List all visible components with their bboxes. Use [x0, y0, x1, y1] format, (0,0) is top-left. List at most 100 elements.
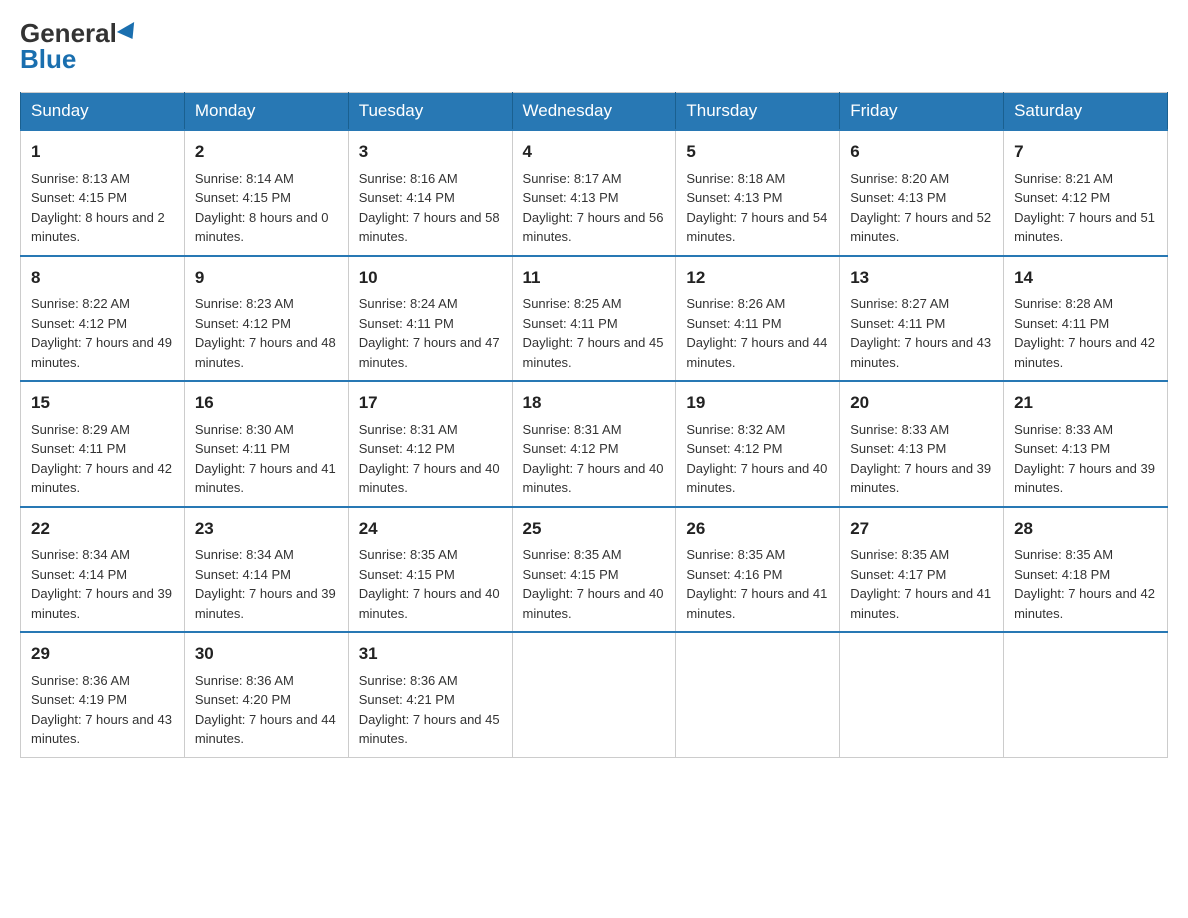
weekday-header-sunday: Sunday — [21, 93, 185, 131]
calendar-cell: 4Sunrise: 8:17 AMSunset: 4:13 PMDaylight… — [512, 130, 676, 256]
day-number: 23 — [195, 516, 338, 542]
day-number: 12 — [686, 265, 829, 291]
sunset-label: Sunset: 4:11 PM — [686, 316, 781, 331]
calendar-cell — [1004, 632, 1168, 757]
calendar-table: SundayMondayTuesdayWednesdayThursdayFrid… — [20, 92, 1168, 758]
calendar-cell — [512, 632, 676, 757]
sunset-label: Sunset: 4:13 PM — [850, 441, 946, 456]
daylight-label: Daylight: 7 hours and 56 minutes. — [523, 210, 664, 245]
sunset-label: Sunset: 4:15 PM — [359, 567, 455, 582]
sunset-label: Sunset: 4:11 PM — [31, 441, 126, 456]
sunrise-label: Sunrise: 8:36 AM — [195, 673, 294, 688]
daylight-label: Daylight: 7 hours and 40 minutes. — [523, 461, 664, 496]
sunrise-label: Sunrise: 8:18 AM — [686, 171, 785, 186]
daylight-label: Daylight: 7 hours and 54 minutes. — [686, 210, 827, 245]
calendar-cell: 1Sunrise: 8:13 AMSunset: 4:15 PMDaylight… — [21, 130, 185, 256]
daylight-label: Daylight: 7 hours and 41 minutes. — [850, 586, 991, 621]
sunrise-label: Sunrise: 8:35 AM — [523, 547, 622, 562]
calendar-cell: 21Sunrise: 8:33 AMSunset: 4:13 PMDayligh… — [1004, 381, 1168, 507]
sunrise-label: Sunrise: 8:31 AM — [523, 422, 622, 437]
day-number: 11 — [523, 265, 666, 291]
day-number: 2 — [195, 139, 338, 165]
daylight-label: Daylight: 7 hours and 52 minutes. — [850, 210, 991, 245]
daylight-label: Daylight: 7 hours and 43 minutes. — [850, 335, 991, 370]
sunset-label: Sunset: 4:14 PM — [195, 567, 291, 582]
weekday-header-saturday: Saturday — [1004, 93, 1168, 131]
sunrise-label: Sunrise: 8:35 AM — [686, 547, 785, 562]
calendar-cell: 19Sunrise: 8:32 AMSunset: 4:12 PMDayligh… — [676, 381, 840, 507]
calendar-week-row: 15Sunrise: 8:29 AMSunset: 4:11 PMDayligh… — [21, 381, 1168, 507]
daylight-label: Daylight: 7 hours and 40 minutes. — [359, 461, 500, 496]
sunset-label: Sunset: 4:18 PM — [1014, 567, 1110, 582]
sunset-label: Sunset: 4:13 PM — [523, 190, 619, 205]
calendar-week-row: 29Sunrise: 8:36 AMSunset: 4:19 PMDayligh… — [21, 632, 1168, 757]
sunrise-label: Sunrise: 8:34 AM — [31, 547, 130, 562]
day-number: 22 — [31, 516, 174, 542]
sunset-label: Sunset: 4:13 PM — [686, 190, 782, 205]
daylight-label: Daylight: 7 hours and 39 minutes. — [31, 586, 172, 621]
calendar-cell: 26Sunrise: 8:35 AMSunset: 4:16 PMDayligh… — [676, 507, 840, 633]
sunrise-label: Sunrise: 8:35 AM — [1014, 547, 1113, 562]
sunset-label: Sunset: 4:11 PM — [523, 316, 618, 331]
sunrise-label: Sunrise: 8:35 AM — [850, 547, 949, 562]
sunrise-label: Sunrise: 8:27 AM — [850, 296, 949, 311]
daylight-label: Daylight: 7 hours and 42 minutes. — [1014, 586, 1155, 621]
sunset-label: Sunset: 4:15 PM — [523, 567, 619, 582]
day-number: 5 — [686, 139, 829, 165]
sunrise-label: Sunrise: 8:22 AM — [31, 296, 130, 311]
sunrise-label: Sunrise: 8:28 AM — [1014, 296, 1113, 311]
sunset-label: Sunset: 4:12 PM — [195, 316, 291, 331]
day-number: 21 — [1014, 390, 1157, 416]
calendar-cell: 24Sunrise: 8:35 AMSunset: 4:15 PMDayligh… — [348, 507, 512, 633]
day-number: 30 — [195, 641, 338, 667]
logo: General Blue — [20, 20, 139, 72]
sunrise-label: Sunrise: 8:26 AM — [686, 296, 785, 311]
sunset-label: Sunset: 4:16 PM — [686, 567, 782, 582]
calendar-week-row: 1Sunrise: 8:13 AMSunset: 4:15 PMDaylight… — [21, 130, 1168, 256]
daylight-label: Daylight: 7 hours and 40 minutes. — [686, 461, 827, 496]
calendar-cell: 8Sunrise: 8:22 AMSunset: 4:12 PMDaylight… — [21, 256, 185, 382]
logo-general-text: General — [20, 20, 117, 46]
calendar-cell: 30Sunrise: 8:36 AMSunset: 4:20 PMDayligh… — [184, 632, 348, 757]
calendar-cell: 7Sunrise: 8:21 AMSunset: 4:12 PMDaylight… — [1004, 130, 1168, 256]
day-number: 4 — [523, 139, 666, 165]
calendar-cell: 29Sunrise: 8:36 AMSunset: 4:19 PMDayligh… — [21, 632, 185, 757]
day-number: 8 — [31, 265, 174, 291]
calendar-cell: 14Sunrise: 8:28 AMSunset: 4:11 PMDayligh… — [1004, 256, 1168, 382]
calendar-cell: 22Sunrise: 8:34 AMSunset: 4:14 PMDayligh… — [21, 507, 185, 633]
day-number: 10 — [359, 265, 502, 291]
day-number: 7 — [1014, 139, 1157, 165]
sunrise-label: Sunrise: 8:29 AM — [31, 422, 130, 437]
calendar-cell — [840, 632, 1004, 757]
sunset-label: Sunset: 4:13 PM — [1014, 441, 1110, 456]
calendar-cell: 16Sunrise: 8:30 AMSunset: 4:11 PMDayligh… — [184, 381, 348, 507]
calendar-cell: 9Sunrise: 8:23 AMSunset: 4:12 PMDaylight… — [184, 256, 348, 382]
sunset-label: Sunset: 4:15 PM — [31, 190, 127, 205]
daylight-label: Daylight: 7 hours and 44 minutes. — [195, 712, 336, 747]
daylight-label: Daylight: 7 hours and 44 minutes. — [686, 335, 827, 370]
daylight-label: Daylight: 7 hours and 48 minutes. — [195, 335, 336, 370]
daylight-label: Daylight: 7 hours and 43 minutes. — [31, 712, 172, 747]
daylight-label: Daylight: 7 hours and 49 minutes. — [31, 335, 172, 370]
sunrise-label: Sunrise: 8:36 AM — [31, 673, 130, 688]
day-number: 9 — [195, 265, 338, 291]
sunrise-label: Sunrise: 8:16 AM — [359, 171, 458, 186]
sunrise-label: Sunrise: 8:20 AM — [850, 171, 949, 186]
sunset-label: Sunset: 4:12 PM — [1014, 190, 1110, 205]
sunset-label: Sunset: 4:11 PM — [1014, 316, 1109, 331]
calendar-cell: 20Sunrise: 8:33 AMSunset: 4:13 PMDayligh… — [840, 381, 1004, 507]
sunrise-label: Sunrise: 8:24 AM — [359, 296, 458, 311]
sunset-label: Sunset: 4:15 PM — [195, 190, 291, 205]
sunrise-label: Sunrise: 8:34 AM — [195, 547, 294, 562]
sunrise-label: Sunrise: 8:33 AM — [1014, 422, 1113, 437]
calendar-cell: 10Sunrise: 8:24 AMSunset: 4:11 PMDayligh… — [348, 256, 512, 382]
daylight-label: Daylight: 7 hours and 41 minutes. — [195, 461, 336, 496]
calendar-cell: 17Sunrise: 8:31 AMSunset: 4:12 PMDayligh… — [348, 381, 512, 507]
day-number: 25 — [523, 516, 666, 542]
weekday-header-friday: Friday — [840, 93, 1004, 131]
calendar-cell: 13Sunrise: 8:27 AMSunset: 4:11 PMDayligh… — [840, 256, 1004, 382]
day-number: 3 — [359, 139, 502, 165]
day-number: 24 — [359, 516, 502, 542]
calendar-cell: 6Sunrise: 8:20 AMSunset: 4:13 PMDaylight… — [840, 130, 1004, 256]
day-number: 28 — [1014, 516, 1157, 542]
